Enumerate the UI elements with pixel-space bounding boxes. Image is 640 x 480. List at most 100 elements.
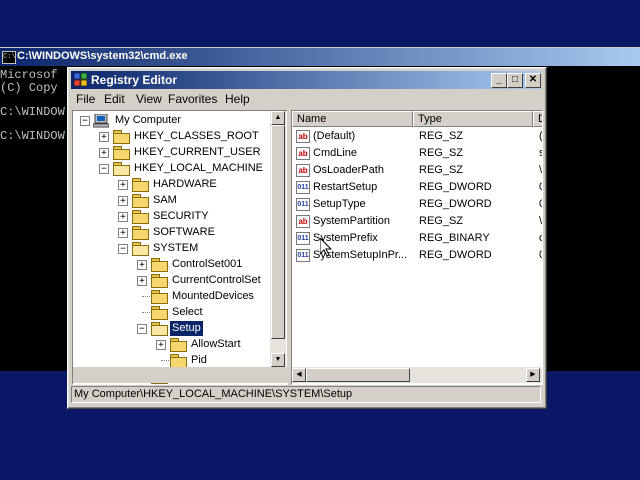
value-row[interactable]: ab (Default) REG_SZ (: [292, 129, 542, 146]
tree-node[interactable]: Select: [73, 305, 269, 321]
scroll-up-arrow-icon[interactable]: ▲: [271, 111, 285, 125]
tree-node[interactable]: − Setup: [73, 320, 269, 337]
tree-node-label[interactable]: AllowStart: [189, 337, 243, 352]
tree-node-label[interactable]: SYSTEM: [151, 241, 200, 256]
tree-node[interactable]: + HKEY_CURRENT_USER: [73, 145, 269, 161]
minimize-button[interactable]: _: [491, 73, 507, 88]
value-row[interactable]: abCmdLine REG_SZ s: [292, 146, 542, 163]
collapse-icon[interactable]: −: [118, 244, 128, 254]
folder-icon: [151, 274, 168, 288]
expand-icon[interactable]: +: [118, 196, 128, 206]
value-data: 0: [539, 181, 542, 193]
cmd-line: (C) Copy: [0, 81, 58, 95]
tree-connector: [161, 360, 169, 361]
menu-help[interactable]: Help: [225, 92, 250, 106]
expand-icon[interactable]: +: [118, 180, 128, 190]
tree-node[interactable]: + HARDWARE: [73, 177, 269, 193]
scroll-right-arrow-icon[interactable]: ▶: [526, 368, 540, 382]
registry-editor-window[interactable]: Registry Editor _ □ ✕ File Edit View Fav…: [67, 67, 547, 409]
computer-icon: [93, 114, 109, 128]
string-value-icon: ab: [296, 130, 310, 143]
value-name: OsLoaderPath: [313, 164, 384, 176]
column-header-name[interactable]: Name: [292, 111, 413, 127]
value-data: \: [539, 164, 543, 176]
tree-node-label[interactable]: MountedDevices: [170, 289, 256, 304]
tree-node[interactable]: + SOFTWARE: [73, 225, 269, 241]
value-type: REG_SZ: [419, 130, 464, 142]
scroll-down-arrow-icon[interactable]: ▼: [271, 353, 285, 367]
value-type: REG_DWORD: [419, 198, 492, 210]
tree-node[interactable]: + SECURITY: [73, 209, 269, 225]
collapse-icon[interactable]: −: [99, 164, 109, 174]
folder-icon: [113, 146, 130, 160]
expand-icon[interactable]: +: [137, 276, 147, 286]
menu-favorites[interactable]: Favorites: [168, 92, 217, 106]
value-data: \: [539, 215, 543, 227]
expand-icon[interactable]: +: [156, 340, 166, 350]
tree-node-label[interactable]: HKEY_LOCAL_MACHINE: [132, 161, 265, 176]
status-bar: My Computer\HKEY_LOCAL_MACHINE\SYSTEM\Se…: [71, 386, 541, 403]
folder-icon: [151, 258, 168, 272]
cmd-icon: C:\: [2, 51, 16, 64]
tree-node-label[interactable]: Setup: [169, 320, 204, 337]
collapse-icon[interactable]: −: [80, 116, 90, 126]
tree-vertical-scrollbar[interactable]: ▲ ▼: [270, 111, 286, 367]
folder-icon: [132, 194, 149, 208]
tree-scroll-thumb[interactable]: [271, 125, 285, 339]
pane-splitter[interactable]: [287, 110, 290, 383]
folder-icon: [151, 306, 168, 320]
list-horizontal-scrollbar[interactable]: ◀ ▶: [292, 367, 542, 383]
value-row[interactable]: 011SetupType REG_DWORD 0: [292, 197, 542, 214]
tree-node-label[interactable]: SOFTWARE: [151, 225, 217, 240]
tree-node[interactable]: MountedDevices: [73, 289, 269, 305]
maximize-button[interactable]: □: [507, 73, 523, 88]
menu-file[interactable]: File: [76, 92, 95, 106]
expand-icon[interactable]: +: [99, 132, 109, 142]
value-type: REG_DWORD: [419, 181, 492, 193]
tree-node[interactable]: + CurrentControlSet: [73, 273, 269, 289]
tree-node-label[interactable]: My Computer: [113, 113, 183, 128]
string-value-icon: ab: [296, 215, 310, 228]
value-row[interactable]: ab OsLoaderPath REG_SZ \: [292, 163, 542, 180]
registry-tree[interactable]: − My Computer + HKEY_CLASSES_ROOT + HKEY_CURR…: [72, 110, 288, 385]
tree-node-label[interactable]: Pid: [189, 353, 209, 368]
close-button[interactable]: ✕: [525, 73, 541, 88]
cmd-title-bar[interactable]: C:\ C:\WINDOWS\system32\cmd.exe: [0, 48, 640, 66]
tree-node-label[interactable]: HARDWARE: [151, 177, 219, 192]
tree-node[interactable]: − SYSTEM: [73, 241, 269, 257]
tree-node[interactable]: − My Computer: [73, 113, 269, 129]
tree-node-label[interactable]: CurrentControlSet: [170, 273, 263, 288]
tree-node[interactable]: + SAM: [73, 193, 269, 209]
tree-node-label[interactable]: SECURITY: [151, 209, 211, 224]
list-scroll-thumb[interactable]: [306, 368, 410, 382]
tree-node-label[interactable]: HKEY_CLASSES_ROOT: [132, 129, 261, 144]
folder-icon: [132, 210, 149, 224]
collapse-icon[interactable]: −: [137, 324, 147, 334]
tree-node-label[interactable]: ControlSet001: [170, 257, 244, 272]
value-row[interactable]: ab SystemPartition REG_SZ \: [292, 214, 542, 231]
registry-title-bar[interactable]: Registry Editor _ □ ✕: [71, 71, 541, 89]
binary-value-icon: 011: [296, 232, 310, 245]
menu-view[interactable]: View: [136, 92, 162, 106]
open-folder-icon: [113, 162, 130, 176]
expand-icon[interactable]: +: [118, 212, 128, 222]
tree-node-label[interactable]: SAM: [151, 193, 179, 208]
column-header-type[interactable]: Type: [413, 111, 533, 127]
scroll-left-arrow-icon[interactable]: ◀: [292, 368, 306, 382]
value-data: 0: [539, 249, 542, 261]
tree-node[interactable]: − HKEY_LOCAL_MACHINE: [73, 161, 269, 177]
tree-hscroll-area: [73, 367, 287, 383]
column-header-data[interactable]: D: [533, 111, 542, 127]
tree-node-label[interactable]: HKEY_CURRENT_USER: [132, 145, 263, 160]
value-row[interactable]: 011RestartSetup REG_DWORD 0: [292, 180, 542, 197]
binary-value-icon: 011: [296, 249, 310, 262]
expand-icon[interactable]: +: [99, 148, 109, 158]
menu-edit[interactable]: Edit: [104, 92, 125, 106]
tree-node[interactable]: + AllowStart: [73, 337, 269, 353]
expand-icon[interactable]: +: [118, 228, 128, 238]
tree-node[interactable]: + HKEY_CLASSES_ROOT: [73, 129, 269, 145]
folder-icon: [113, 130, 130, 144]
tree-node-label[interactable]: Select: [170, 305, 205, 320]
tree-node[interactable]: + ControlSet001: [73, 257, 269, 273]
expand-icon[interactable]: +: [137, 260, 147, 270]
